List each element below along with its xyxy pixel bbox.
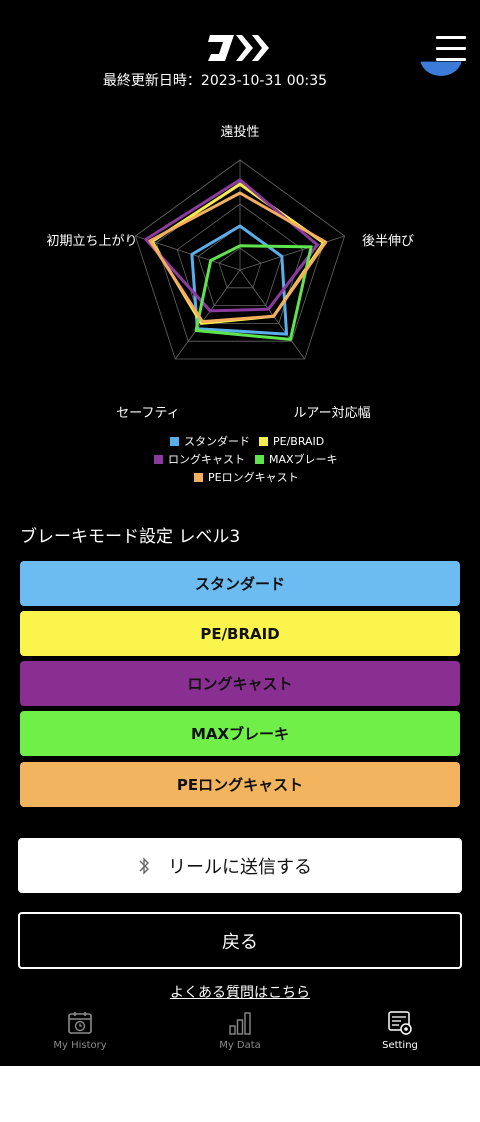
hamburger-menu-icon[interactable]: [436, 34, 466, 64]
radar-axis-label: 初期立ち上がり: [46, 234, 137, 249]
last-updated-value: 2023-10-31 00:35: [200, 73, 328, 89]
mode-button-label: スタンダード: [194, 575, 285, 593]
mode-button-0[interactable]: スタンダード: [20, 561, 460, 606]
nav-label-my-data: My Data: [219, 1040, 261, 1051]
radar-axis-label: ルアー対応幅: [293, 406, 370, 421]
legend-label: PE/BRAID: [273, 435, 324, 448]
legend-label: スタンダード: [184, 434, 250, 448]
mode-button-2[interactable]: ロングキャスト: [20, 661, 460, 706]
mode-button-label: PEロングキャスト: [176, 776, 304, 794]
legend-label: MAXブレーキ: [269, 452, 338, 466]
last-updated-label: 最終更新日時：: [102, 73, 201, 89]
legend-label: ロングキャスト: [168, 452, 245, 466]
faq-link[interactable]: よくある質問はこちら: [0, 982, 480, 1002]
radar-series-3: [194, 244, 313, 341]
nav-item-my-data[interactable]: My Data: [160, 1010, 320, 1066]
send-to-reel-button[interactable]: リールに送信する: [18, 838, 462, 893]
bar-chart-icon: [229, 1012, 251, 1035]
mode-button-1[interactable]: PE/BRAID: [20, 611, 460, 656]
radar-chart: 遠投性後半伸びルアー対応幅 セーフティ 初期立ち上がり スタンダード PE/BRAID…: [46, 124, 414, 484]
app-screen: 最終更新日時：2023-10-31 00:35 遠投性後半伸びルアー対応幅 セーフ…: [0, 0, 480, 1066]
legend-swatch: [194, 473, 203, 482]
radar-axis-line: [239, 235, 345, 271]
mode-button-4[interactable]: PEロングキャスト: [20, 762, 460, 807]
radar-axis-label: セーフティ: [116, 406, 179, 421]
radar-axis-label: 後半伸び: [362, 234, 414, 249]
mode-button-label: PE/BRAID: [200, 624, 280, 643]
last-updated: 最終更新日時：2023-10-31 00:35: [0, 70, 430, 90]
legend-swatch: [154, 455, 163, 464]
nav-item-setting[interactable]: Setting: [320, 1010, 480, 1066]
nav-label-setting: Setting: [382, 1040, 418, 1051]
back-label: 戻る: [222, 931, 258, 953]
daiwa-logo: [208, 35, 269, 61]
nav-item-my-history[interactable]: My History: [0, 1010, 160, 1066]
radar-axis-label: 遠投性: [220, 124, 259, 140]
legend-swatch: [255, 455, 264, 464]
mode-button-label: MAXブレーキ: [190, 725, 290, 743]
legend-swatch: [170, 437, 179, 446]
bluetooth-icon: [139, 857, 149, 875]
calendar-history-icon: [68, 1012, 92, 1034]
mode-button-label: ロングキャスト: [187, 675, 293, 693]
mode-button-3[interactable]: MAXブレーキ: [20, 711, 460, 756]
brake-mode-title: ブレーキモード設定 レベル3: [20, 527, 241, 547]
nav-label-my-history: My History: [53, 1040, 107, 1051]
settings-icon: [388, 1011, 412, 1035]
legend-label: PEロングキャスト: [208, 470, 299, 484]
legend-swatch: [259, 437, 268, 446]
back-button[interactable]: 戻る: [18, 912, 462, 969]
send-to-reel-label: リールに送信する: [168, 856, 312, 878]
